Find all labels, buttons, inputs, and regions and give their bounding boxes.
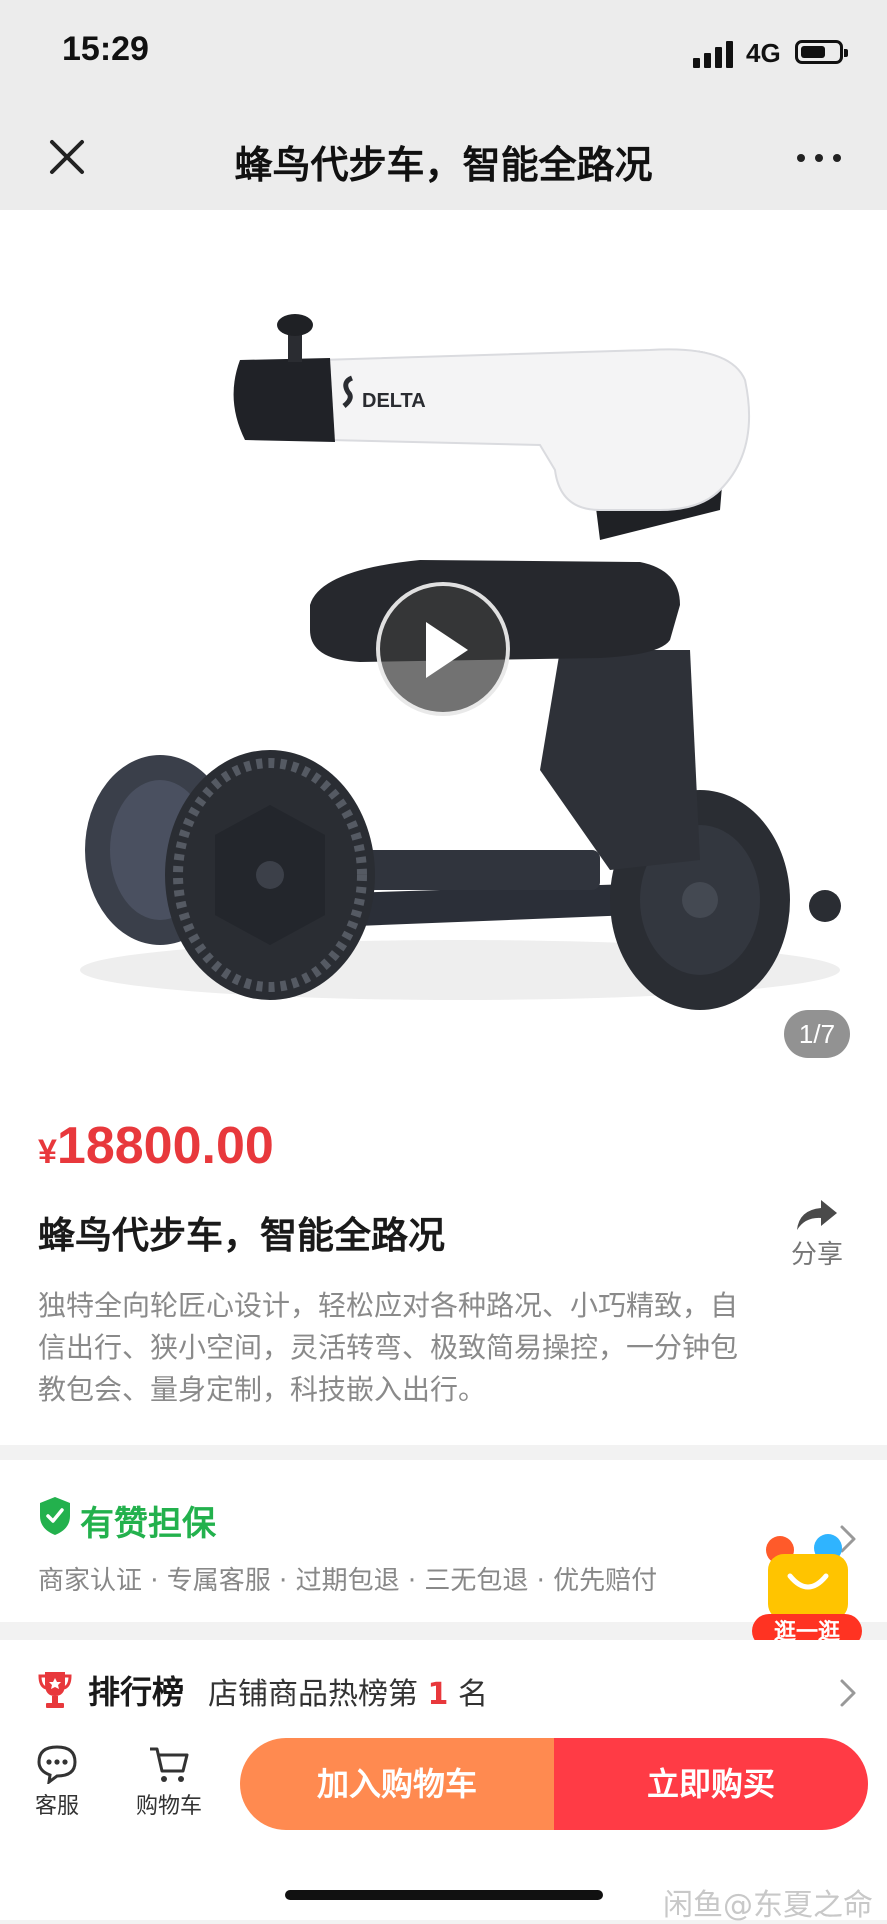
ranking-text: 店铺商品热榜第 1 名 <box>208 1677 488 1712</box>
cart-icon <box>150 1747 189 1782</box>
shield-check-icon <box>40 1497 70 1535</box>
ranking-label: 排行榜 <box>88 1673 185 1711</box>
product-info: ¥18800.00 蜂鸟代步车，智能全路况 分享 独特全向轮匠心设计，轻松应对各… <box>0 1070 887 1445</box>
customer-service-button[interactable]: 客服 <box>12 1744 102 1820</box>
cart-button[interactable]: 购物车 <box>124 1744 214 1820</box>
home-indicator[interactable] <box>285 1890 603 1900</box>
play-icon <box>426 622 468 678</box>
svg-text:DELTA: DELTA <box>362 390 426 412</box>
page-title: 蜂鸟代步车，智能全路况 <box>234 143 653 187</box>
price-currency: ¥ <box>38 1133 57 1171</box>
signal-icon <box>693 40 737 68</box>
bottom-action-bar: 客服 购物车 加入购物车 立即购买 闲鱼@东夏之命 <box>0 1730 887 1923</box>
more-dots-icon[interactable] <box>791 134 847 182</box>
shopping-bag-icon: 逛一逛 <box>752 1534 862 1648</box>
product-price: ¥18800.00 <box>38 1116 274 1176</box>
battery-icon <box>795 40 848 64</box>
cart-label: 购物车 <box>135 1794 202 1819</box>
chat-bubble-icon <box>37 1745 77 1784</box>
play-video-button[interactable] <box>376 582 510 716</box>
guarantee-items: 商家认证 · 专属客服 · 过期包退 · 三无包退 · 优先赔付 <box>38 1566 658 1596</box>
gallery-pager: 1/7 <box>784 1010 850 1058</box>
add-to-cart-button[interactable]: 加入购物车 <box>240 1738 554 1830</box>
status-bar: 15:29 4G <box>0 0 887 110</box>
trophy-icon <box>38 1672 72 1708</box>
status-time: 15:29 <box>62 30 149 68</box>
buy-now-button[interactable]: 立即购买 <box>554 1738 868 1830</box>
chevron-right-icon <box>840 1679 856 1707</box>
share-icon <box>797 1200 837 1230</box>
price-amount: 18800.00 <box>56 1117 274 1175</box>
ranking-number: 1 <box>427 1677 449 1712</box>
guarantee-title: 有赞担保 <box>80 1504 216 1544</box>
product-description: 独特全向轮匠心设计，轻松应对各种路况、小巧精致，自信出行、狭小空间，灵活转弯、极… <box>38 1289 739 1406</box>
share-button[interactable]: 分享 <box>787 1198 847 1271</box>
watermark: 闲鱼@东夏之命 <box>663 1888 873 1923</box>
customer-service-label: 客服 <box>34 1794 79 1819</box>
network-type: 4G <box>746 38 781 68</box>
share-label: 分享 <box>790 1240 843 1270</box>
nav-bar: 蜂鸟代步车，智能全路况 <box>0 110 887 210</box>
product-title: 蜂鸟代步车，智能全路况 <box>38 1214 445 1257</box>
product-gallery[interactable]: DELTA 1/7 <box>0 210 887 1070</box>
ranking-row[interactable]: 排行榜 店铺商品热榜第 1 名 <box>0 1640 887 1730</box>
browse-more-badge[interactable]: 逛一逛 <box>750 1532 865 1652</box>
